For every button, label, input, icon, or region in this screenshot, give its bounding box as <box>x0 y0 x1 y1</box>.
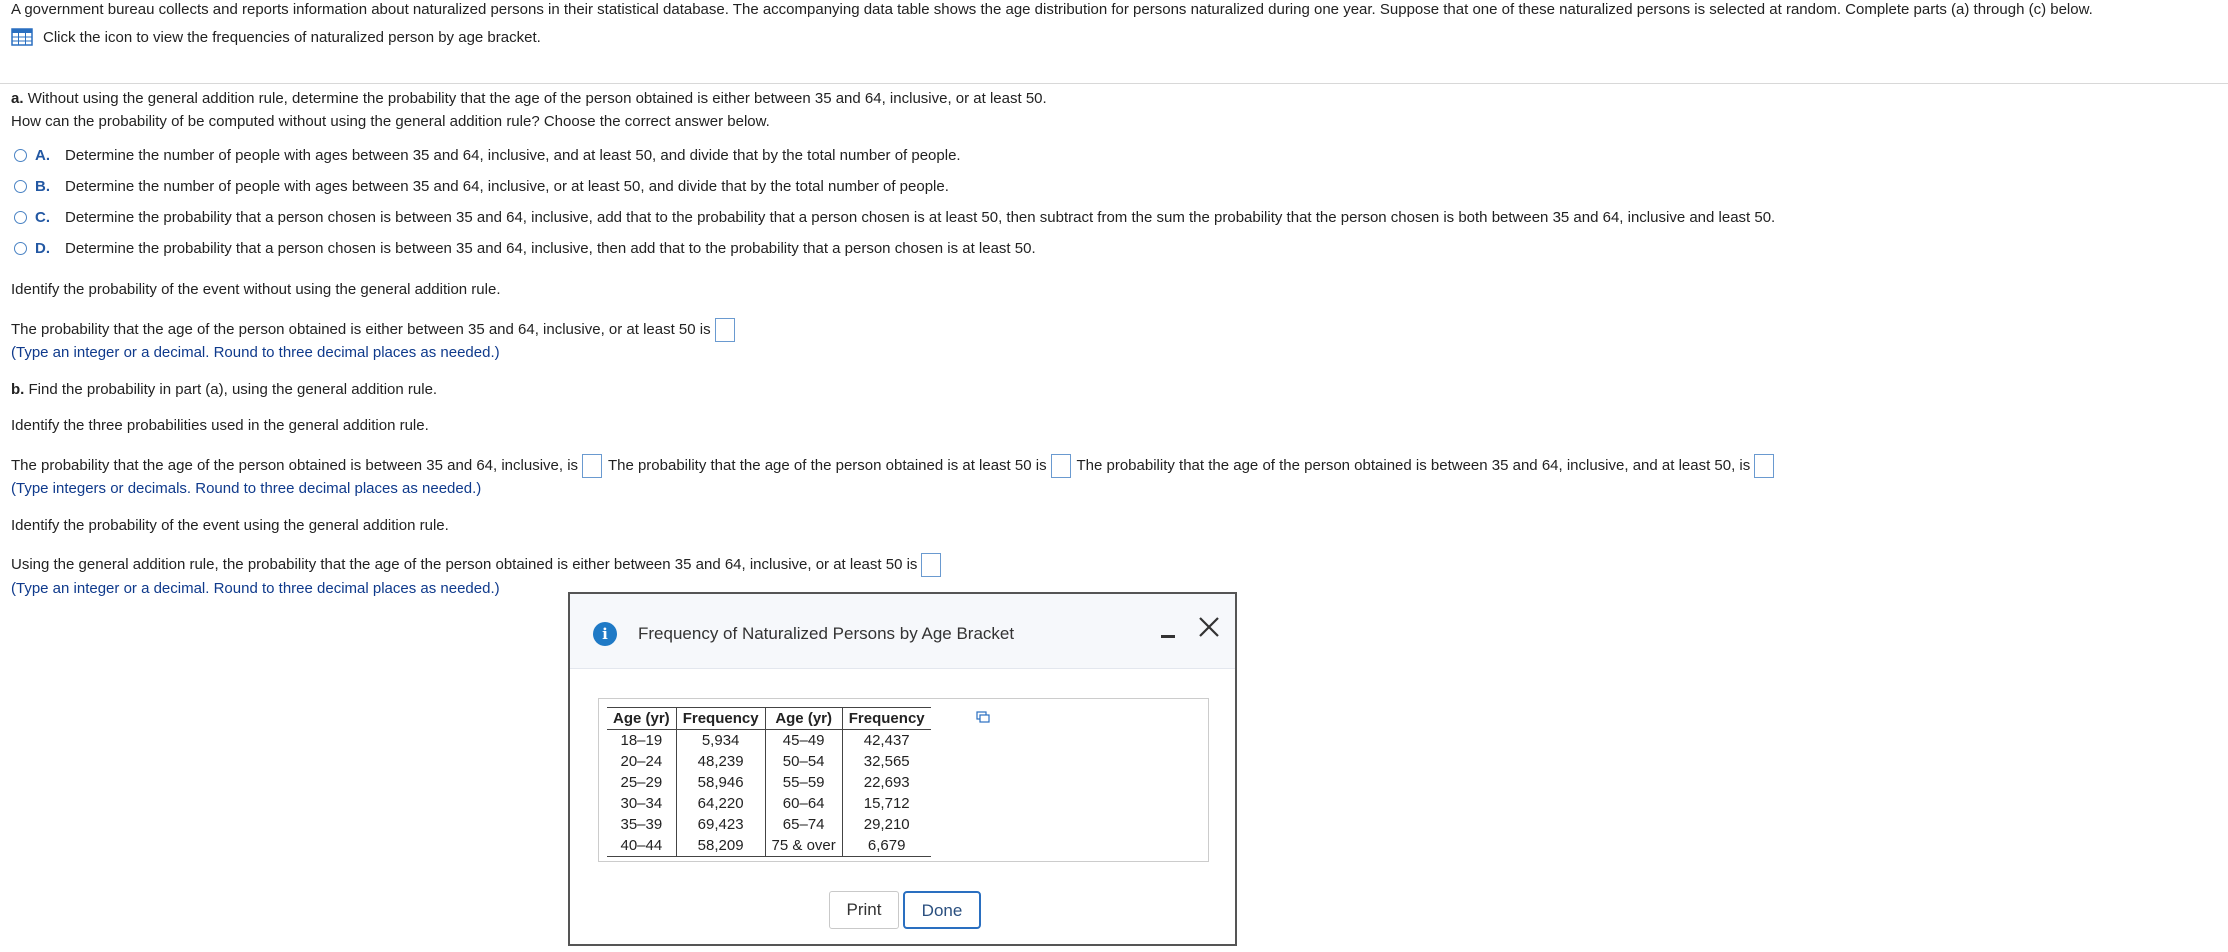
column-header: Age (yr) <box>607 707 677 730</box>
part-b-answer-line: Using the general addition rule, the pro… <box>11 553 943 577</box>
choice-text: Determine the probability that a person … <box>65 239 1036 257</box>
part-a-question-text: Without using the general addition rule,… <box>27 90 1047 107</box>
info-icon: i <box>593 622 617 646</box>
table-cell: 15,712 <box>863 794 910 812</box>
part-a-question: a. Without using the general addition ru… <box>11 90 1047 107</box>
intro-text: A government bureau collects and reports… <box>11 1 2093 18</box>
table-cell: 50–54 <box>765 751 843 772</box>
part-b-identify-three: Identify the three probabilities used in… <box>11 417 429 434</box>
table-cell: 30–34 <box>607 793 677 814</box>
table-cell: 42,437 <box>863 731 910 749</box>
prob3-prompt: The probability that the age of the pers… <box>1076 456 1751 474</box>
part-b-label: b. <box>11 381 25 398</box>
table-cell: 60–64 <box>765 793 843 814</box>
part-a-subquestion: How can the probability of be computed w… <box>11 113 770 130</box>
table-cell: 69,423 <box>676 814 766 835</box>
table-cell: 45–49 <box>765 729 843 751</box>
minimize-icon[interactable] <box>1160 628 1176 644</box>
column-header: Age (yr) <box>765 707 843 730</box>
table-row: 35–39 69,423 65–74 29,210 <box>607 814 931 835</box>
choice-letter: B. <box>35 177 50 195</box>
dialog-header: i Frequency of Naturalized Persons by Ag… <box>570 594 1235 669</box>
part-b-answer-prompt: Using the general addition rule, the pro… <box>11 555 918 573</box>
choice-text: Determine the number of people with ages… <box>65 146 961 164</box>
choice-letter: D. <box>35 239 50 257</box>
radio-button[interactable] <box>14 179 27 193</box>
table-frame: Age (yr) Frequency Age (yr) Frequency 18… <box>598 698 1209 862</box>
table-cell: 55–59 <box>765 772 843 793</box>
part-a-identify: Identify the probability of the event wi… <box>11 281 501 298</box>
choice-text: Determine the probability that a person … <box>65 208 1776 226</box>
table-row: 40–44 58,209 75 & over 6,679 <box>607 835 931 857</box>
table-cell: 25–29 <box>607 772 677 793</box>
table-cell: 32,565 <box>863 752 910 770</box>
table-cell: 64,220 <box>676 793 766 814</box>
prob1-prompt: The probability that the age of the pers… <box>11 456 579 474</box>
table-cell: 58,946 <box>676 772 766 793</box>
dialog-title: Frequency of Naturalized Persons by Age … <box>638 624 1015 643</box>
part-b-question-text: Find the probability in part (a), using … <box>28 381 438 398</box>
answer-input-prob2[interactable] <box>1050 454 1071 478</box>
table-cell: 40–44 <box>607 835 677 857</box>
table-cell: 20–24 <box>607 751 677 772</box>
table-cell: 5,934 <box>676 729 766 751</box>
part-b-hint2: (Type an integer or a decimal. Round to … <box>11 580 500 597</box>
table-cell: 65–74 <box>765 814 843 835</box>
choice-a[interactable]: A. Determine the number of people with a… <box>14 145 961 165</box>
table-cell: 6,679 <box>842 835 931 857</box>
close-icon[interactable] <box>1196 614 1222 640</box>
data-table-link-label[interactable]: Click the icon to view the frequencies o… <box>43 29 541 46</box>
table-cell: 29,210 <box>863 815 910 833</box>
choice-letter: C. <box>35 208 50 226</box>
table-cell: 18–19 <box>607 729 677 751</box>
part-a-label: a. <box>11 90 24 107</box>
table-cell: 75 & over <box>765 835 843 857</box>
answer-input-prob3[interactable] <box>1754 454 1775 478</box>
answer-input-prob1[interactable] <box>582 454 603 478</box>
choice-c[interactable]: C. Determine the probability that a pers… <box>14 207 1775 227</box>
table-header-row: Age (yr) Frequency Age (yr) Frequency <box>607 707 931 730</box>
table-cell: 48,239 <box>676 751 766 772</box>
table-row: 20–24 48,239 50–54 32,565 <box>607 751 931 772</box>
part-a-hint: (Type an integer or a decimal. Round to … <box>11 344 500 361</box>
answer-input-a[interactable] <box>714 318 735 342</box>
part-a-answer-prompt: The probability that the age of the pers… <box>11 320 711 338</box>
copy-icon[interactable] <box>976 711 990 723</box>
table-icon[interactable] <box>11 28 33 46</box>
part-a-answer-line: The probability that the age of the pers… <box>11 318 737 342</box>
prob2-prompt: The probability that the age of the pers… <box>607 456 1047 474</box>
frequency-dialog: i Frequency of Naturalized Persons by Ag… <box>568 592 1237 946</box>
table-row: 30–34 64,220 60–64 15,712 <box>607 793 931 814</box>
done-button[interactable]: Done <box>903 891 981 929</box>
radio-button[interactable] <box>14 241 27 255</box>
part-b-identify-event: Identify the probability of the event us… <box>11 517 449 534</box>
answer-input-b[interactable] <box>921 553 942 577</box>
part-b-question: b. Find the probability in part (a), usi… <box>11 381 437 398</box>
column-header: Frequency <box>842 707 931 730</box>
data-table-link[interactable]: Click the icon to view the frequencies o… <box>11 26 2216 48</box>
choice-d[interactable]: D. Determine the probability that a pers… <box>14 238 1036 258</box>
problem-intro: A government bureau collects and reports… <box>11 0 2216 48</box>
radio-button[interactable] <box>14 148 27 162</box>
part-b-hint1: (Type integers or decimals. Round to thr… <box>11 480 482 497</box>
divider <box>0 83 2228 84</box>
table-row: 18–19 5,934 45–49 42,437 <box>607 729 931 751</box>
frequency-table: Age (yr) Frequency Age (yr) Frequency 18… <box>607 707 931 857</box>
column-header: Frequency <box>676 707 766 730</box>
part-b-prob-line: The probability that the age of the pers… <box>11 454 1776 478</box>
table-row: 25–29 58,946 55–59 22,693 <box>607 772 931 793</box>
table-cell: 35–39 <box>607 814 677 835</box>
radio-button[interactable] <box>14 210 27 224</box>
table-cell: 58,209 <box>676 835 766 857</box>
choice-letter: A. <box>35 146 50 164</box>
choice-b[interactable]: B. Determine the number of people with a… <box>14 176 949 196</box>
table-cell: 22,693 <box>863 773 910 791</box>
print-button[interactable]: Print <box>829 891 899 929</box>
choice-text: Determine the number of people with ages… <box>65 177 949 195</box>
